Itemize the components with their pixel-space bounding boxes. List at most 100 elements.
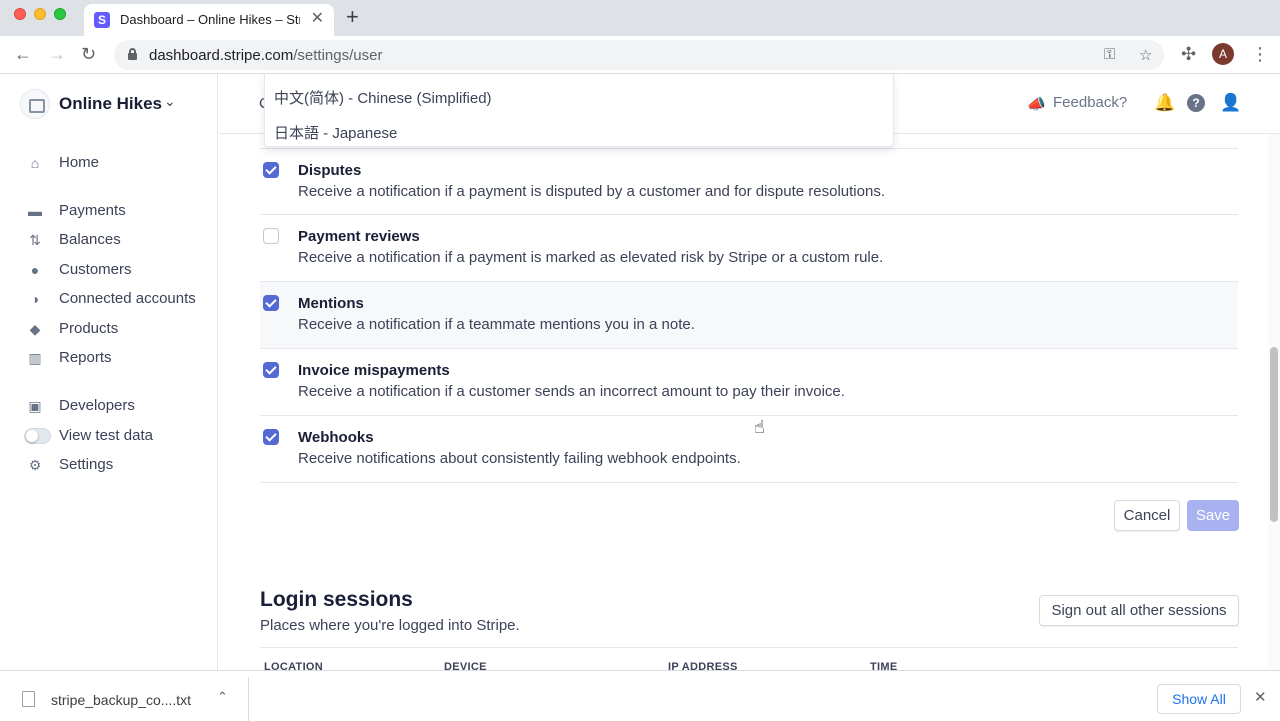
megaphone-icon: 📣 xyxy=(1027,96,1046,113)
url-path: /settings/user xyxy=(293,47,383,64)
sidebar-item-label: Payments xyxy=(59,202,126,219)
sidebar-item-settings[interactable]: ⚙ Settings xyxy=(26,454,216,476)
row-description: Receive a notification if a payment is d… xyxy=(298,183,885,200)
address-bar[interactable]: dashboard.stripe.com/settings/user ⚿ ☆ xyxy=(114,40,1164,70)
sidebar-item-label: Connected accounts xyxy=(59,290,196,307)
show-all-button[interactable]: Show All xyxy=(1157,684,1241,714)
key-icon[interactable]: ⚿ xyxy=(1104,46,1115,63)
sidebar-item-label: Home xyxy=(59,154,100,171)
checkbox-payment-reviews[interactable] xyxy=(263,228,279,244)
sidebar-item-payments[interactable]: ▬ Payments xyxy=(26,200,216,222)
user-profile-icon[interactable]: 👤 xyxy=(1220,93,1241,113)
reload-icon[interactable]: ↻ xyxy=(81,44,96,64)
forward-arrow-icon[interactable]: → xyxy=(48,44,66,64)
hand-pointer-cursor-icon: ☝ xyxy=(754,417,765,437)
balances-icon: ⇅ xyxy=(29,232,41,248)
language-option-chinese[interactable]: 中文(简体) - Chinese (Simplified) xyxy=(274,87,492,108)
sidebar-item-view-test-data[interactable]: View test data xyxy=(24,425,216,447)
row-title: Webhooks xyxy=(298,429,374,446)
row-description: Receive notifications about consistently… xyxy=(298,450,741,467)
sidebar-item-balances[interactable]: ⇅ Balances xyxy=(26,229,216,251)
file-icon xyxy=(22,691,35,707)
sidebar-item-connected-accounts[interactable]: ◑ Connected accounts xyxy=(26,288,216,310)
browser-tab-bar: S Dashboard – Online Hikes – Stripe ✕ + xyxy=(0,0,1280,36)
chevron-down-icon: ⌄ xyxy=(164,93,176,109)
row-description: Receive a notification if a payment is m… xyxy=(298,249,884,266)
language-dropdown-menu: 中文(简体) - Chinese (Simplified) 日本語 - Japa… xyxy=(264,74,894,147)
sidebar-item-developers[interactable]: ▣ Developers xyxy=(26,395,216,417)
sidebar-item-label: Balances xyxy=(59,231,121,248)
tab-close-icon[interactable]: ✕ xyxy=(311,11,324,27)
lock-icon xyxy=(128,48,137,60)
chevron-up-icon[interactable]: ⌃ xyxy=(217,689,228,705)
notification-row-webhooks[interactable]: Webhooks Receive notifications about con… xyxy=(260,416,1238,483)
help-icon[interactable]: ? xyxy=(1187,94,1205,112)
notification-row-disputes[interactable]: Disputes Receive a notification if a pay… xyxy=(260,148,1238,215)
back-arrow-icon[interactable]: ← xyxy=(14,44,32,64)
close-icon[interactable]: ✕ xyxy=(1254,688,1267,706)
gear-icon: ⚙ xyxy=(28,457,42,473)
save-button[interactable]: Save xyxy=(1187,500,1239,531)
sidebar-item-home[interactable]: ⌂ Home xyxy=(26,152,216,174)
tab-title: Dashboard – Online Hikes – Stripe xyxy=(120,12,300,27)
column-header-time: TIME xyxy=(870,661,898,670)
bell-icon[interactable]: 🔔 xyxy=(1154,93,1175,113)
browser-menu-icon[interactable]: ⋮ xyxy=(1251,44,1269,64)
row-title: Payment reviews xyxy=(298,228,420,245)
checkbox-disputes[interactable] xyxy=(263,162,279,178)
store-icon xyxy=(20,89,50,119)
notification-row-payment-reviews[interactable]: Payment reviews Receive a notification i… xyxy=(260,215,1238,282)
notification-row-mentions[interactable]: Mentions Receive a notification if a tea… xyxy=(260,282,1238,349)
settings-content: Disputes Receive a notification if a pay… xyxy=(219,134,1269,670)
checkbox-webhooks[interactable] xyxy=(263,429,279,445)
login-sessions-title: Login sessions xyxy=(260,588,413,611)
new-tab-button[interactable]: + xyxy=(346,5,359,29)
cancel-button[interactable]: Cancel xyxy=(1114,500,1180,531)
sidebar-item-label: Products xyxy=(59,320,119,337)
payments-icon: ▬ xyxy=(28,203,42,219)
row-title: Mentions xyxy=(298,295,364,312)
products-icon: ◆ xyxy=(29,321,41,337)
window-close-button[interactable] xyxy=(14,8,26,20)
sidebar-item-label: Settings xyxy=(59,456,114,473)
sidebar-item-label: View test data xyxy=(59,427,153,444)
column-header-device: DEVICE xyxy=(444,661,487,670)
sidebar-item-customers[interactable]: ● Customers xyxy=(26,259,216,281)
account-name: Online Hikes xyxy=(59,94,162,113)
download-shelf: stripe_backup_co....txt ⌃ Show All ✕ xyxy=(0,670,1280,721)
extensions-puzzle-icon[interactable]: ✣ xyxy=(1181,44,1196,64)
row-title: Disputes xyxy=(298,162,362,179)
reports-icon: ▥ xyxy=(28,350,42,366)
sidebar-item-products[interactable]: ◆ Products xyxy=(26,318,216,340)
profile-avatar[interactable]: A xyxy=(1212,43,1234,65)
row-title: Invoice mispayments xyxy=(298,362,450,379)
url-text: dashboard.stripe.com/settings/user xyxy=(149,47,382,64)
language-option-japanese[interactable]: 日本語 - Japanese xyxy=(274,122,397,143)
row-description: Receive a notification if a teammate men… xyxy=(298,316,695,333)
browser-tab-active[interactable]: S Dashboard – Online Hikes – Stripe ✕ xyxy=(84,4,334,36)
checkbox-invoice-mispayments[interactable] xyxy=(263,362,279,378)
column-header-location: LOCATION xyxy=(264,661,324,670)
sessions-table-divider xyxy=(260,647,1238,648)
star-bookmark-icon[interactable]: ☆ xyxy=(1139,46,1152,64)
shelf-divider xyxy=(248,677,249,721)
window-minimize-button[interactable] xyxy=(34,8,46,20)
sidebar-item-label: Developers xyxy=(59,397,135,414)
sidebar: Online Hikes ⌄ ⌂ Home ▬ Payments ⇅ Balan… xyxy=(0,74,218,670)
sidebar-item-reports[interactable]: ▥ Reports xyxy=(26,347,216,369)
url-host: dashboard.stripe.com xyxy=(149,47,294,64)
feedback-link[interactable]: Feedback? xyxy=(1053,94,1127,111)
developers-icon: ▣ xyxy=(28,398,42,414)
window-zoom-button[interactable] xyxy=(54,8,66,20)
test-data-toggle[interactable] xyxy=(24,428,51,444)
sign-out-other-sessions-button[interactable]: Sign out all other sessions xyxy=(1039,595,1239,626)
login-sessions-subtitle: Places where you're logged into Stripe. xyxy=(260,617,520,634)
scrollbar-thumb[interactable] xyxy=(1270,347,1278,522)
download-file-name[interactable]: stripe_backup_co....txt xyxy=(51,692,191,708)
checkbox-mentions[interactable] xyxy=(263,295,279,311)
home-icon: ⌂ xyxy=(30,155,40,171)
notification-row-invoice-mispayments[interactable]: Invoice mispayments Receive a notificati… xyxy=(260,349,1238,416)
sidebar-item-label: Reports xyxy=(59,349,112,366)
stripe-favicon-icon: S xyxy=(94,12,110,28)
customers-icon: ● xyxy=(30,262,40,278)
